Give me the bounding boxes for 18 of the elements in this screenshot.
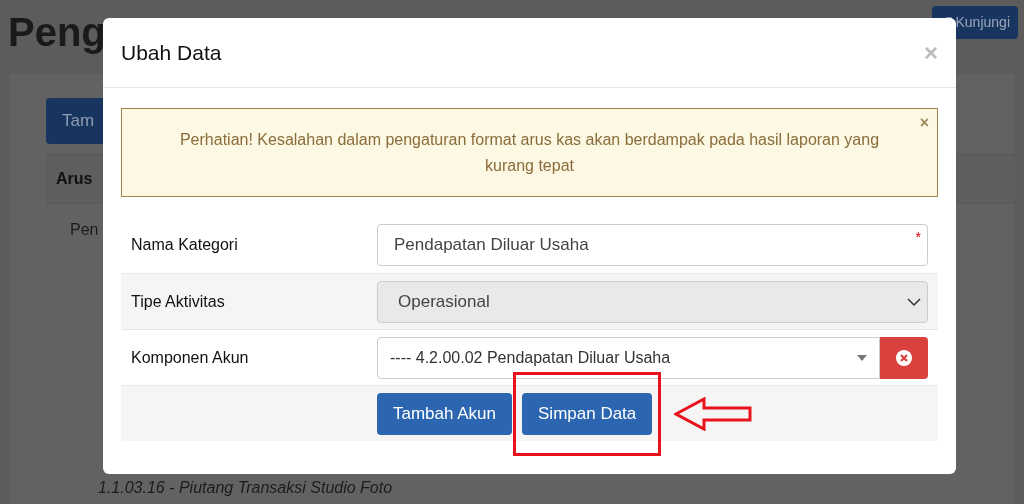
required-mark: * [915, 228, 921, 247]
field-label: Tipe Aktivitas [131, 291, 226, 312]
clear-button[interactable] [880, 336, 928, 379]
alert-close-button[interactable]: × [919, 111, 929, 135]
dropdown-caret-icon [857, 354, 867, 361]
page-title: Peng [8, 9, 106, 56]
text-field[interactable]: Pendapatan Diluar Usaha * [377, 224, 928, 266]
field-label: Komponen Akun [131, 347, 250, 368]
account-item: 1.1.03.16 - Piutang Transaksi Studio Foto [98, 477, 393, 498]
chevron-down-icon [907, 296, 921, 307]
arrow-icon [674, 396, 753, 431]
action-button[interactable]: Simpan Data [522, 392, 653, 435]
remove-icon [896, 349, 912, 366]
action-button[interactable]: Tambah Akun [377, 392, 512, 435]
account-select[interactable]: ---- 4.2.00.02 Pendapatan Diluar Usaha [377, 336, 880, 379]
group-label: Pen [70, 219, 99, 240]
modal-title: Ubah Data [121, 39, 222, 66]
field-label: Nama Kategori [131, 235, 239, 255]
